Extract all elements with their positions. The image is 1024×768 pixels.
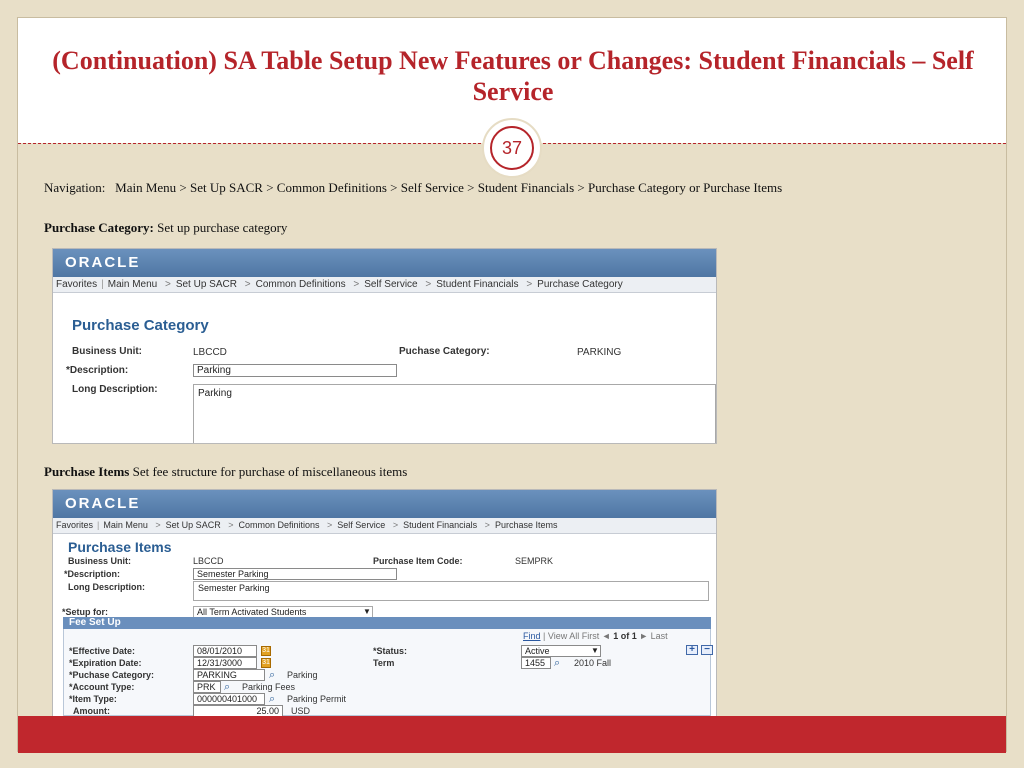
calendar-icon[interactable]: 31 — [261, 646, 271, 656]
currency-code: USD — [291, 706, 311, 716]
expiration-date-input[interactable]: 12/31/3000 — [193, 657, 257, 669]
nav-crumb[interactable]: Self Service — [364, 279, 417, 290]
oracle-header: ORACLE — [53, 490, 716, 518]
section-purchase-items-caption: Purchase Items Set fee structure for pur… — [44, 464, 407, 480]
calendar-icon[interactable]: 31 — [261, 658, 271, 668]
section-heading: Purchase Items — [44, 464, 130, 479]
status-label: *Status: — [373, 646, 408, 656]
business-unit-label: Business Unit: — [68, 556, 132, 566]
description-label: *Description: — [64, 569, 121, 579]
nav-crumb[interactable]: Self Service — [337, 520, 385, 530]
page-title: Purchase Category — [72, 317, 209, 334]
purchase-category-desc: Parking — [287, 670, 318, 680]
nav-crumb[interactable]: Student Financials — [403, 520, 477, 530]
page-number-badge: 37 — [482, 118, 542, 178]
prev-icon[interactable]: ◄ — [602, 631, 611, 641]
breadcrumb: Favorites | Main Menu > Set Up SACR > Common… — [53, 518, 716, 534]
chevron-down-icon[interactable]: ▼ — [363, 607, 371, 616]
navigation-path: Main Menu > Set Up SACR > Common Definit… — [115, 180, 783, 195]
nav-crumb[interactable]: Common Definitions — [238, 520, 319, 530]
fee-setup-header: Fee Set Up — [63, 617, 711, 629]
slide: (Continuation) SA Table Setup New Featur… — [17, 17, 1007, 753]
item-type-desc: Parking Permit — [287, 694, 347, 704]
business-unit-value: LBCCD — [193, 347, 227, 358]
term-label: Term — [373, 658, 395, 668]
section-purchase-category-caption: Purchase Category: Set up purchase categ… — [44, 220, 287, 236]
section-text: Set fee structure for purchase of miscel… — [129, 464, 408, 479]
search-icon[interactable]: ⌕ — [224, 682, 235, 693]
nav-favorites[interactable]: Favorites — [56, 520, 93, 530]
description-input[interactable]: Parking — [193, 364, 397, 377]
item-type-label: *Item Type: — [69, 694, 117, 704]
item-type-input[interactable]: 000000401000 — [193, 693, 265, 705]
nav-crumb[interactable]: Common Definitions — [256, 279, 346, 290]
chevron-down-icon[interactable]: ▼ — [591, 646, 599, 655]
add-row-button[interactable]: + — [686, 645, 698, 655]
long-description-textarea[interactable]: Parking — [193, 384, 716, 443]
section-heading: Purchase Category: — [44, 220, 154, 235]
first-link[interactable]: First — [582, 631, 600, 641]
search-icon[interactable]: ⌕ — [269, 694, 280, 705]
nav-main-menu[interactable]: Main Menu — [103, 520, 148, 530]
effective-date-input[interactable]: 08/01/2010 — [193, 645, 257, 657]
setup-for-value: All Term Activated Students — [197, 607, 307, 617]
page-title: Purchase Items — [68, 539, 172, 555]
description-input[interactable]: Semester Parking — [193, 568, 397, 580]
nav-main-menu[interactable]: Main Menu — [108, 279, 157, 290]
delete-row-button[interactable]: − — [701, 645, 713, 655]
term-desc: 2010 Fall — [574, 658, 612, 668]
oracle-logo: ORACLE — [65, 495, 141, 512]
long-description-textarea[interactable]: Semester Parking — [193, 581, 709, 601]
account-type-label: *Account Type: — [69, 682, 135, 692]
purchase-category-label: Puchase Category: — [399, 346, 490, 357]
oracle-logo: ORACLE — [65, 254, 141, 271]
term-input[interactable]: 1455 — [521, 657, 551, 669]
fee-setup-title: Fee Set Up — [69, 617, 121, 628]
grid-counter: 1 of 1 — [613, 631, 637, 641]
oracle-header: ORACLE — [53, 249, 716, 277]
search-icon[interactable]: ⌕ — [269, 670, 280, 681]
last-link[interactable]: Last — [651, 631, 668, 641]
effective-date-label: *Effective Date: — [69, 646, 136, 656]
nav-crumb-current[interactable]: Purchase Category — [537, 279, 623, 290]
account-type-desc: Parking Fees — [242, 682, 296, 692]
section-text: Set up purchase category — [153, 220, 288, 235]
setup-for-label: *Setup for: — [62, 607, 108, 617]
nav-favorites[interactable]: Favorites — [56, 279, 97, 290]
long-description-label: Long Description: — [72, 384, 158, 395]
navigation-label: Navigation: — [44, 180, 106, 195]
business-unit-value: LBCCD — [193, 556, 224, 566]
expiration-date-label: *Expiration Date: — [69, 658, 142, 668]
status-select[interactable]: Active — [521, 645, 601, 657]
status-value: Active — [525, 646, 550, 656]
next-icon[interactable]: ► — [639, 631, 648, 641]
breadcrumb: Favorites | Main Menu > Set Up SACR > Common… — [53, 277, 716, 293]
page-number: 37 — [490, 126, 534, 170]
nav-crumb[interactable]: Set Up SACR — [176, 279, 237, 290]
business-unit-label: Business Unit: — [72, 346, 143, 357]
nav-crumb[interactable]: Student Financials — [436, 279, 518, 290]
nav-crumb-current[interactable]: Purchase Items — [495, 520, 558, 530]
slide-title: (Continuation) SA Table Setup New Featur… — [52, 46, 974, 106]
nav-crumb[interactable]: Set Up SACR — [166, 520, 221, 530]
long-description-label: Long Description: — [68, 582, 145, 592]
purchase-items-screenshot: ORACLE Favorites | Main Menu > Set Up SACR … — [52, 489, 717, 717]
navigation-line: Navigation: Main Menu > Set Up SACR > Co… — [44, 180, 782, 196]
view-all-link[interactable]: View All — [548, 631, 579, 641]
purchase-category-label: *Puchase Category: — [69, 670, 155, 680]
purchase-category-value: PARKING — [577, 347, 622, 358]
grid-navigation: Find | View All First ◄ 1 of 1 ► Last — [523, 631, 668, 641]
purchase-category-screenshot: ORACLE Favorites | Main Menu > Set Up SACR … — [52, 248, 717, 444]
account-type-input[interactable]: PRK — [193, 681, 221, 693]
purchase-category-input[interactable]: PARKING — [193, 669, 265, 681]
amount-label: Amount: — [73, 706, 110, 716]
footer-band — [18, 716, 1006, 753]
description-label: *Description: — [66, 365, 129, 376]
find-link[interactable]: Find — [523, 631, 541, 641]
search-icon[interactable]: ⌕ — [554, 658, 565, 669]
purchase-item-code-label: Purchase Item Code: — [373, 556, 463, 566]
purchase-item-code-value: SEMPRK — [515, 556, 554, 566]
